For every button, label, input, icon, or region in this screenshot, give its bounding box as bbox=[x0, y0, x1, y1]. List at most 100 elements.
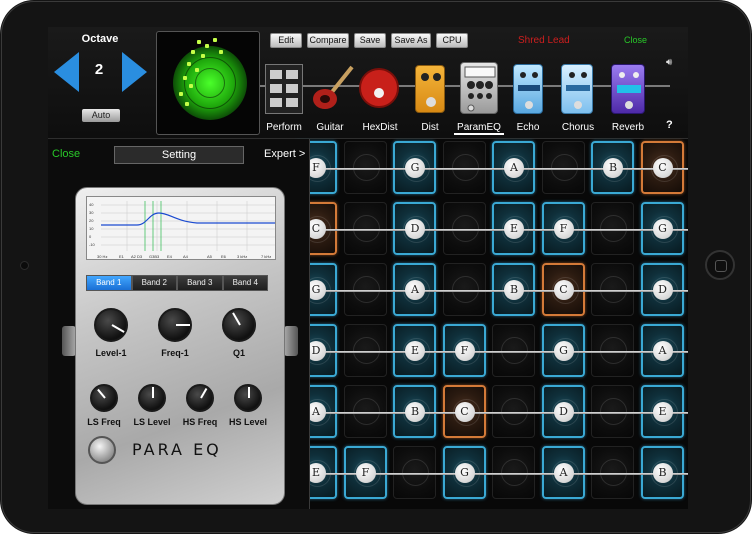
guitar-string bbox=[308, 412, 688, 414]
freq-1-knob[interactable] bbox=[158, 308, 192, 342]
note-marker: B bbox=[652, 463, 673, 483]
radar-dot bbox=[189, 84, 193, 88]
note-marker: B bbox=[603, 158, 623, 178]
ls-level-knob[interactable] bbox=[138, 384, 166, 412]
chain-label-hexdist: HexDist bbox=[362, 122, 398, 133]
help-icon[interactable]: ? bbox=[666, 119, 673, 131]
save-as-button[interactable]: Save As bbox=[391, 33, 431, 48]
knob-indicator bbox=[152, 387, 154, 398]
tab-band-1[interactable]: Band 1 bbox=[86, 275, 132, 291]
tab-band-3[interactable]: Band 3 bbox=[177, 275, 223, 291]
knob-label-ls-freq: LS Freq bbox=[87, 417, 121, 427]
note-marker: B bbox=[504, 280, 524, 300]
knob-label-ls-level: LS Level bbox=[133, 417, 171, 427]
tab-band-4[interactable]: Band 4 bbox=[222, 275, 268, 291]
level-1-knob[interactable] bbox=[94, 308, 128, 342]
ipad-frame: Octave 2 Auto Edit Compare Save Save As … bbox=[0, 0, 752, 534]
reverb-art bbox=[617, 72, 641, 109]
patch-name[interactable]: Shred Lead bbox=[518, 35, 570, 46]
dist-pedal-icon[interactable] bbox=[415, 65, 445, 113]
svg-text:10: 10 bbox=[89, 226, 94, 231]
guitar-icon[interactable] bbox=[310, 63, 356, 115]
note-marker: D bbox=[553, 402, 574, 422]
svg-text:E4: E4 bbox=[167, 254, 173, 259]
footswitch[interactable] bbox=[88, 436, 116, 464]
compare-button[interactable]: Compare bbox=[307, 33, 349, 48]
radar-dot bbox=[187, 62, 191, 66]
note-marker: D bbox=[405, 219, 425, 239]
chorus-pedal-icon[interactable] bbox=[561, 64, 593, 114]
eq-graph[interactable]: 40 30 20 10 0 -10 30 Hz E1 A2 D3 G3B3 E4 A4 A5 E6… bbox=[86, 196, 276, 260]
reverb-pedal-icon[interactable] bbox=[611, 64, 645, 114]
chain-label-dist: Dist bbox=[421, 122, 439, 133]
auto-button[interactable]: Auto bbox=[82, 109, 120, 122]
octave-down-arrow-icon[interactable] bbox=[54, 52, 79, 92]
note-marker: G bbox=[454, 463, 475, 483]
radar-dot bbox=[219, 50, 223, 54]
settings-panel: Close Setting Expert > 40 30 20 10 0 -10… bbox=[48, 139, 310, 509]
knob-indicator bbox=[97, 388, 106, 399]
octave-up-arrow-icon[interactable] bbox=[122, 52, 147, 92]
svg-text:40: 40 bbox=[89, 202, 94, 207]
para-eq-logo: PARA EQ bbox=[132, 440, 222, 459]
guitar-string bbox=[308, 351, 688, 353]
chain-label-echo: Echo bbox=[516, 122, 540, 133]
radar-dot bbox=[179, 92, 183, 96]
save-button[interactable]: Save bbox=[354, 33, 386, 48]
chain-label-chorus: Chorus bbox=[561, 122, 595, 133]
grid-icon[interactable] bbox=[265, 64, 303, 114]
svg-text:A4: A4 bbox=[183, 254, 189, 259]
tab-band-2[interactable]: Band 2 bbox=[131, 275, 177, 291]
chain-label-perform: Perform bbox=[266, 122, 302, 133]
app-screen: Octave 2 Auto Edit Compare Save Save As … bbox=[48, 27, 688, 509]
cpu-button[interactable]: CPU bbox=[436, 33, 468, 48]
chain-label-guitar: Guitar bbox=[316, 122, 344, 133]
note-marker: F bbox=[454, 341, 475, 361]
speaker-icon[interactable]: 🔊︎ bbox=[666, 57, 672, 68]
expert-button[interactable]: Expert > bbox=[264, 148, 305, 160]
radar-ring bbox=[195, 68, 225, 98]
knob-indicator bbox=[200, 387, 208, 399]
note-marker: C bbox=[553, 280, 574, 300]
note-marker: E bbox=[652, 402, 673, 422]
hexdist-art bbox=[359, 68, 399, 108]
home-button[interactable] bbox=[705, 250, 735, 280]
q1-knob[interactable] bbox=[222, 308, 256, 342]
note-marker: B bbox=[405, 402, 425, 422]
parameq-pedal: 40 30 20 10 0 -10 30 Hz E1 A2 D3 G3B3 E4 A4 A5 E6… bbox=[75, 187, 285, 505]
knob-label-freq-1: Freq-1 bbox=[161, 348, 189, 358]
knob-label-hs-level: HS Level bbox=[228, 417, 268, 427]
close-top-button[interactable]: Close bbox=[624, 35, 647, 45]
setting-title: Setting bbox=[114, 146, 244, 164]
radar-dot bbox=[191, 50, 195, 54]
echo-pedal-icon[interactable] bbox=[513, 64, 543, 114]
camera bbox=[20, 261, 29, 270]
chorus-art bbox=[566, 72, 590, 109]
hs-freq-knob[interactable] bbox=[186, 384, 214, 412]
parameq-art bbox=[464, 66, 496, 112]
note-marker: G bbox=[652, 219, 673, 239]
note-marker: A bbox=[504, 158, 524, 178]
note-marker: E bbox=[405, 341, 425, 361]
radar-dot bbox=[197, 40, 201, 44]
hs-level-knob[interactable] bbox=[234, 384, 262, 412]
panel-close-button[interactable]: Close bbox=[52, 148, 80, 160]
chain-label-parameq: ParamEQ bbox=[454, 122, 504, 135]
fretboard[interactable]: FGABCCDEFGGABCDDEFGAABCDEEFGAB bbox=[294, 139, 688, 509]
hexdist-pedal-icon[interactable] bbox=[358, 67, 400, 111]
top-bar: Octave 2 Auto Edit Compare Save Save As … bbox=[48, 27, 688, 139]
note-marker: G bbox=[553, 341, 574, 361]
svg-text:A5: A5 bbox=[207, 254, 213, 259]
svg-text:30: 30 bbox=[89, 210, 94, 215]
radar-dot bbox=[185, 102, 189, 106]
edit-button[interactable]: Edit bbox=[270, 33, 302, 48]
output-jack bbox=[284, 326, 298, 356]
ls-freq-knob[interactable] bbox=[90, 384, 118, 412]
note-marker: C bbox=[652, 158, 673, 178]
eq-curve: 40 30 20 10 0 -10 30 Hz E1 A2 D3 G3B3 E4 A4 A5 E6… bbox=[89, 201, 275, 259]
svg-text:20: 20 bbox=[89, 218, 94, 223]
parameq-pedal-icon[interactable] bbox=[460, 62, 498, 114]
tuner-radar-display bbox=[156, 31, 260, 135]
octave-value: 2 bbox=[94, 61, 104, 78]
input-jack bbox=[62, 326, 76, 356]
